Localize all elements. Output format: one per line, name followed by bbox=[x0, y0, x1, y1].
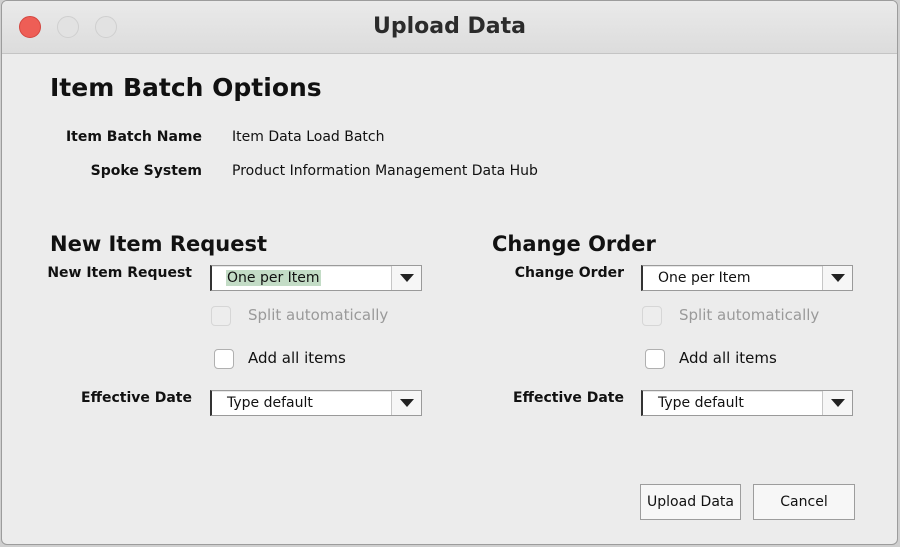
change-order-split-automatically-checkbox[interactable] bbox=[642, 306, 662, 326]
title-bar[interactable]: Upload Data bbox=[2, 1, 897, 54]
new-item-add-all-items-checkbox[interactable] bbox=[214, 349, 234, 369]
new-item-effective-date-value: Type default bbox=[227, 395, 313, 411]
item-batch-name-value: Item Data Load Batch bbox=[232, 129, 385, 145]
spoke-system-label: Spoke System bbox=[90, 163, 202, 179]
new-item-request-heading: New Item Request bbox=[50, 232, 267, 256]
dialog-content: Item Batch Options Item Batch Name Item … bbox=[2, 53, 897, 544]
chevron-down-icon[interactable] bbox=[822, 266, 852, 290]
new-item-request-dropdown[interactable]: One per Item bbox=[210, 265, 422, 291]
chevron-down-icon[interactable] bbox=[391, 266, 421, 290]
change-order-label: Change Order bbox=[514, 265, 624, 281]
new-item-effective-date-label: Effective Date bbox=[81, 390, 192, 406]
change-order-effective-date-label: Effective Date bbox=[513, 390, 624, 406]
window-title: Upload Data bbox=[373, 14, 526, 39]
change-order-effective-date-value: Type default bbox=[658, 395, 744, 411]
new-item-effective-date-dropdown[interactable]: Type default bbox=[210, 390, 422, 416]
chevron-down-icon[interactable] bbox=[391, 391, 421, 415]
new-item-add-all-items-label: Add all items bbox=[248, 349, 346, 367]
new-item-split-automatically-label: Split automatically bbox=[248, 306, 389, 324]
upload-data-button[interactable]: Upload Data bbox=[640, 484, 741, 520]
new-item-request-label: New Item Request bbox=[47, 265, 192, 281]
spoke-system-value: Product Information Management Data Hub bbox=[232, 163, 538, 179]
item-batch-options-heading: Item Batch Options bbox=[50, 73, 322, 102]
change-order-effective-date-dropdown[interactable]: Type default bbox=[641, 390, 853, 416]
new-item-request-selected-value: One per Item bbox=[226, 270, 321, 286]
upload-data-dialog: Upload Data Item Batch Options Item Batc… bbox=[1, 0, 898, 545]
chevron-down-icon[interactable] bbox=[822, 391, 852, 415]
change-order-selected-value: One per Item bbox=[658, 270, 751, 286]
item-batch-name-label: Item Batch Name bbox=[65, 129, 202, 145]
change-order-add-all-items-label: Add all items bbox=[679, 349, 777, 367]
cancel-button[interactable]: Cancel bbox=[753, 484, 855, 520]
change-order-split-automatically-label: Split automatically bbox=[679, 306, 820, 324]
new-item-split-automatically-checkbox[interactable] bbox=[211, 306, 231, 326]
change-order-add-all-items-checkbox[interactable] bbox=[645, 349, 665, 369]
change-order-heading: Change Order bbox=[492, 232, 656, 256]
change-order-dropdown[interactable]: One per Item bbox=[641, 265, 853, 291]
